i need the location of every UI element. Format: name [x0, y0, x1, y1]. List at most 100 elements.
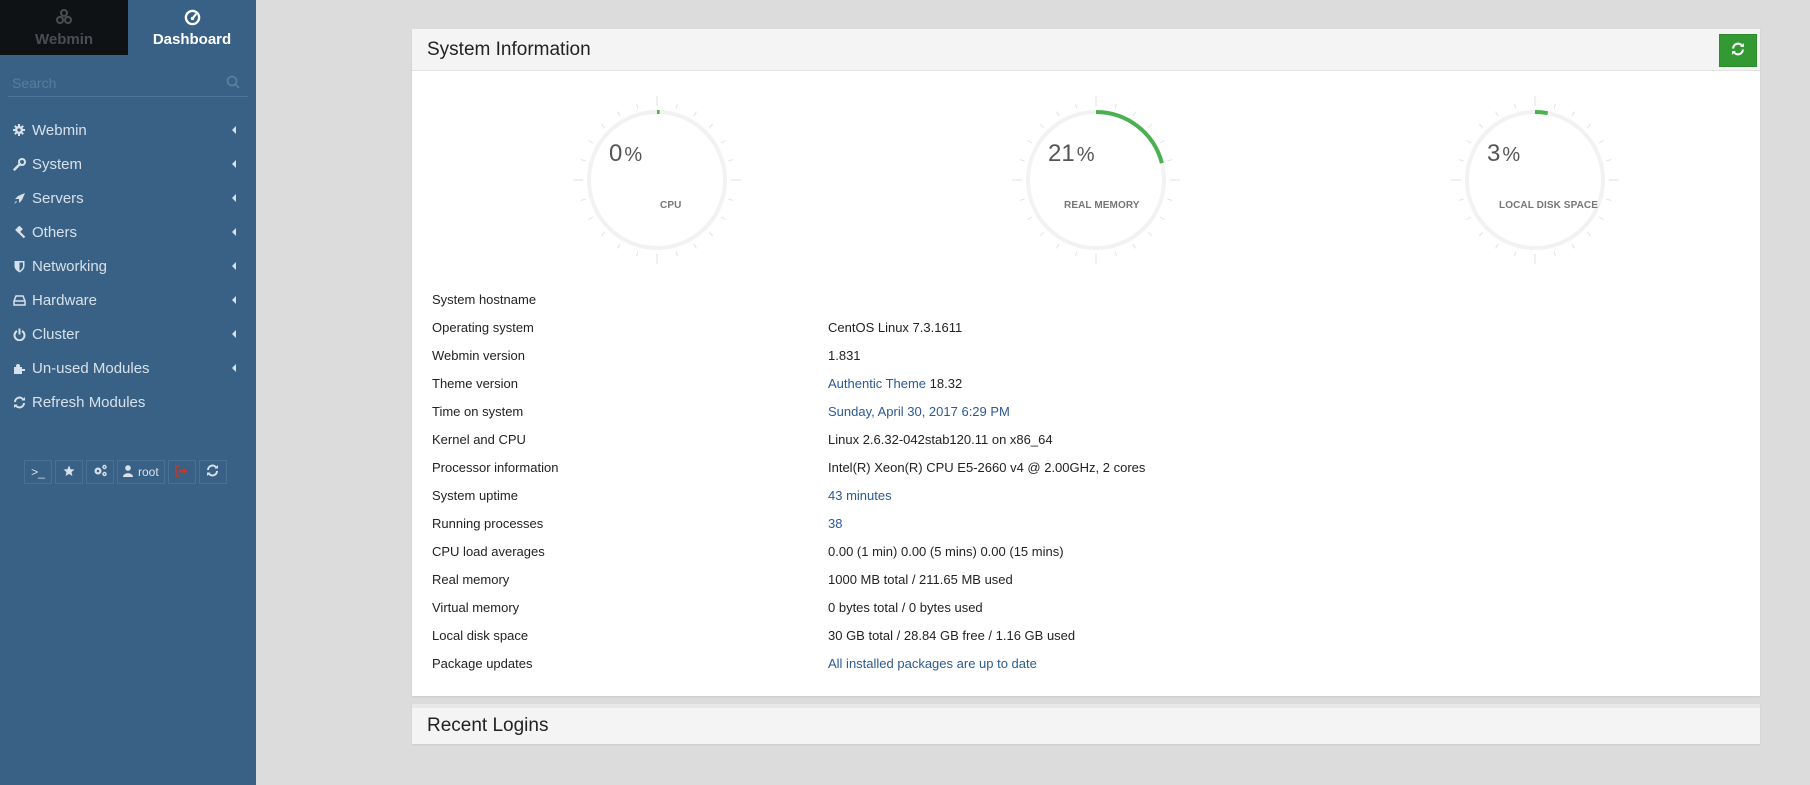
sidebar-item-others[interactable]: Others — [0, 215, 256, 249]
sidebar-item-webmin[interactable]: Webmin — [0, 113, 256, 147]
recent-logins-panel[interactable]: Recent Logins — [412, 704, 1760, 744]
sidebar-item-cluster[interactable]: Cluster — [0, 317, 256, 351]
info-label: System uptime — [432, 487, 518, 503]
info-value-cell: 43 minutes — [828, 481, 1145, 509]
gauge-tick — [1606, 198, 1612, 201]
search-icon[interactable] — [226, 75, 240, 94]
info-row: System uptime 43 minutes — [432, 481, 1145, 509]
gauge-percent: 0% — [609, 140, 643, 167]
info-value-link[interactable]: 38 — [828, 516, 842, 531]
gauge-tick — [1056, 243, 1060, 249]
gauge-tick — [1478, 231, 1484, 237]
sidebar-item-label: Refresh Modules — [32, 393, 146, 411]
info-value-cell: All installed packages are up to date — [828, 649, 1145, 677]
theme-settings-button[interactable] — [86, 460, 114, 484]
gauge-value-arc — [1095, 110, 1164, 164]
info-value-link[interactable]: Authentic Theme — [828, 376, 926, 391]
gauge-tick — [1458, 198, 1464, 201]
sidebar-item-refresh-modules[interactable]: Refresh Modules — [0, 385, 256, 419]
reload-button[interactable] — [198, 460, 227, 484]
refresh-system-info-button[interactable] — [1719, 34, 1757, 67]
gauge-tick — [1495, 111, 1499, 117]
gauge-tick — [1039, 123, 1045, 129]
system-information-panel: System Information 0% CPU 21% REAL MEMOR… — [412, 29, 1760, 696]
gauge-tick — [1586, 231, 1592, 237]
info-row: Theme version Authentic Theme 18.32 — [432, 369, 1145, 397]
terminal-button[interactable]: >_ — [24, 460, 52, 484]
gauge-percent: 21% — [1048, 140, 1095, 167]
panel-title: Recent Logins — [427, 715, 549, 736]
tab-webmin-label: Webmin — [34, 31, 94, 48]
info-value: 1000 MB total / 211.65 MB used — [828, 571, 1013, 587]
refresh-icon — [1731, 40, 1745, 62]
info-value-cell: 1.831 — [828, 341, 1145, 369]
sidebar-item-label: Cluster — [32, 325, 80, 343]
info-value-cell: Linux 2.6.32-042stab120.11 on x86_64 — [828, 425, 1145, 453]
caret-left-icon — [232, 228, 236, 236]
caret-left-icon — [232, 364, 236, 372]
sidebar-item-hardware[interactable]: Hardware — [0, 283, 256, 317]
sidebar-item-system[interactable]: System — [0, 147, 256, 181]
webmin-logo-icon — [55, 7, 73, 27]
gauge-tick — [1159, 140, 1165, 144]
info-label: Running processes — [432, 515, 544, 531]
info-value-link[interactable]: 43 minutes — [828, 488, 892, 503]
gauge-value-arc — [1534, 110, 1549, 116]
gauge-tick — [617, 111, 621, 117]
favorites-button[interactable] — [55, 460, 83, 484]
gauge-dial — [1451, 96, 1619, 264]
sidebar-toolbar: >_ root — [24, 460, 227, 484]
gauge-dial — [1012, 96, 1180, 264]
sidebar-item-label: Others — [32, 223, 78, 241]
sidebar: Webmin Dashboard Webmin System Servers — [0, 0, 256, 785]
caret-left-icon — [232, 262, 236, 270]
gauge-tick — [1571, 111, 1575, 117]
gauge-tick — [1167, 198, 1173, 201]
info-label: Real memory — [432, 571, 510, 587]
gauge-tick — [1027, 216, 1033, 220]
info-value-link[interactable]: All installed packages are up to date — [828, 656, 1037, 671]
gauge-tick — [720, 140, 726, 144]
gauge-tick — [1039, 231, 1045, 237]
gauge-tick — [708, 123, 714, 129]
info-value-link[interactable]: Sunday, April 30, 2017 6:29 PM — [828, 404, 1010, 419]
sidebar-item-unused-modules[interactable]: Un-used Modules — [0, 351, 256, 385]
gauge-tick — [1075, 251, 1078, 257]
info-label: Local disk space — [432, 627, 529, 643]
gauge-tick — [1147, 123, 1153, 129]
user-button[interactable]: root — [117, 460, 165, 484]
wrench-icon — [12, 157, 26, 171]
user-icon — [123, 464, 133, 480]
gauge-tick — [600, 123, 606, 129]
tab-webmin[interactable]: Webmin — [0, 0, 128, 55]
gauge-track — [587, 110, 727, 250]
search-input[interactable] — [8, 75, 218, 91]
sidebar-item-networking[interactable]: Networking — [0, 249, 256, 283]
gauge-tick — [675, 103, 678, 109]
caret-left-icon — [232, 160, 236, 168]
caret-left-icon — [232, 126, 236, 134]
sidebar-item-label: System — [32, 155, 83, 173]
gauge-tick — [1571, 243, 1575, 249]
gauge-tick — [1167, 159, 1173, 162]
gauge-tick — [580, 198, 586, 201]
sidebar-item-servers[interactable]: Servers — [0, 181, 256, 215]
info-value: 0 bytes total / 0 bytes used — [828, 599, 983, 615]
caret-left-icon — [232, 194, 236, 202]
star-icon — [63, 465, 75, 480]
panel-header: Recent Logins — [412, 708, 1760, 744]
gauge-tick — [636, 251, 639, 257]
info-label: Theme version — [432, 375, 518, 391]
cpu-gauge: 0% CPU — [567, 90, 747, 270]
logout-button[interactable] — [167, 460, 196, 484]
refresh-icon — [12, 395, 26, 409]
gauge-tick — [1514, 103, 1517, 109]
search-box — [8, 70, 248, 97]
gauge-tick — [693, 111, 697, 117]
gauge-tick — [588, 216, 594, 220]
info-value-cell: Authentic Theme 18.32 — [828, 369, 1145, 397]
local-disk-space-gauge: 3% LOCAL DISK SPACE — [1445, 90, 1625, 270]
info-value-cell: 30 GB total / 28.84 GB free / 1.16 GB us… — [828, 621, 1145, 649]
tab-dashboard[interactable]: Dashboard — [128, 0, 256, 55]
gauge-tick — [1553, 103, 1556, 109]
